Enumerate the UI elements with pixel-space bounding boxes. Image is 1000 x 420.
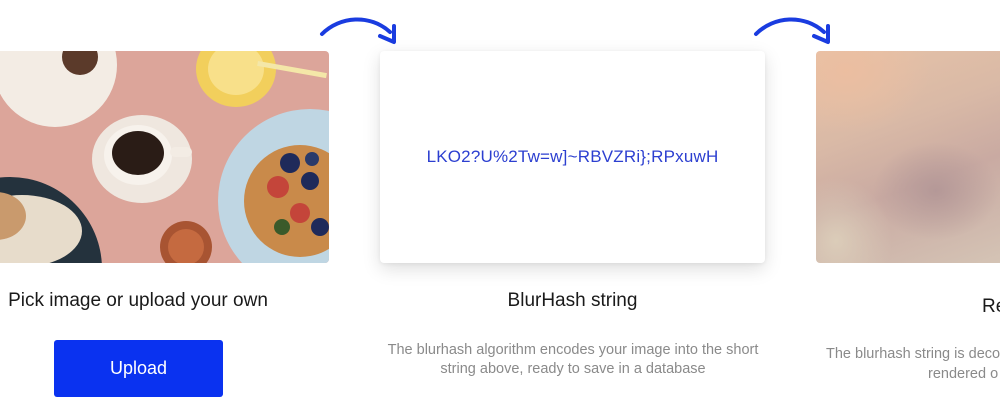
blurhash-description: The blurhash algorithm encodes your imag…	[387, 342, 759, 377]
result-description-line1: The blurhash string is deco	[826, 346, 1000, 362]
result-title: Re	[982, 296, 1000, 317]
blurhash-value: LKO2?U%2Tw=w]~RBVZRi};RPxuwH	[426, 147, 719, 166]
upload-button[interactable]: Upload	[54, 340, 223, 397]
pick-image-label: Pick image or upload your own	[8, 290, 268, 311]
result-description-line2: rendered o	[928, 366, 999, 382]
blurred-result-image	[816, 51, 1000, 263]
breakfast-photo[interactable]	[0, 51, 329, 263]
blurhash-card: LKO2?U%2Tw=w]~RBVZRi};RPxuwH	[380, 51, 765, 263]
blurhash-demo: Pick image or upload your own Upload LKO…	[0, 0, 1000, 420]
curved-arrow-icon	[754, 17, 830, 44]
blurhash-title: BlurHash string	[507, 290, 638, 311]
curved-arrow-icon	[320, 17, 396, 44]
